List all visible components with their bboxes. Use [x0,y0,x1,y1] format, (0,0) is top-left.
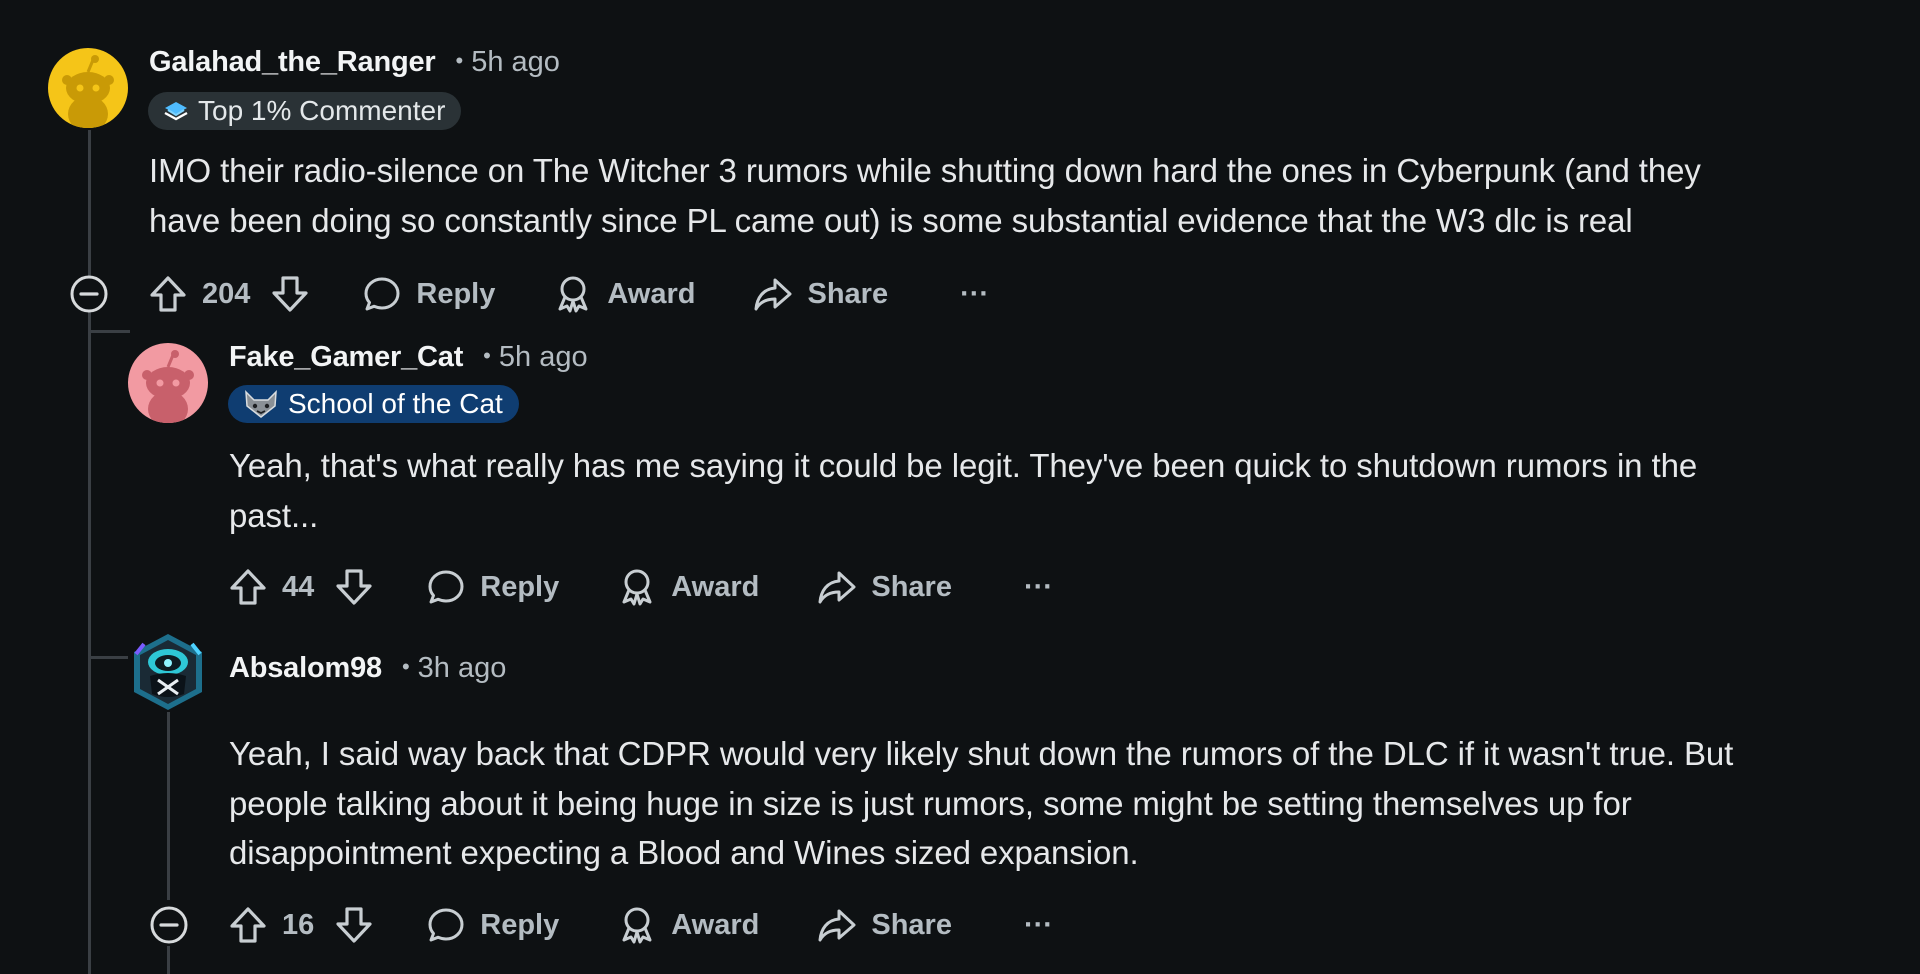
more-options-button[interactable]: ··· [1024,571,1053,604]
timestamp[interactable]: • 5h ago [483,341,587,374]
collapse-icon[interactable] [70,275,108,313]
thread-connector [88,330,130,333]
vote-group: 204 [148,274,310,314]
award-button[interactable]: Award [617,905,759,945]
downvote-icon[interactable] [270,274,310,314]
award-icon [622,907,652,944]
vote-group: 16 [228,905,374,945]
comment-body: IMO their radio-silence on The Witcher 3… [149,146,1909,245]
upvote-icon[interactable] [148,274,188,314]
snoo-avatar-icon [134,634,202,710]
reply-button[interactable]: Reply [426,567,559,607]
vote-count: 44 [282,570,315,603]
reply-icon [364,277,400,311]
comment-meta: Galahad_the_Ranger • 5h ago [149,46,560,79]
share-button[interactable]: Share [753,274,888,314]
snoo-avatar-icon [62,55,114,128]
share-button[interactable]: Share [817,905,952,945]
comment-meta: Absalom98 • 3h ago [229,652,506,685]
comment-actions: 16 Reply Award Share ··· [228,901,1053,949]
thread-line [167,946,170,974]
reply-icon [428,908,464,942]
reply-icon [428,570,464,604]
more-options-button[interactable]: ··· [960,278,989,311]
reply-button[interactable]: Reply [426,905,559,945]
award-button[interactable]: Award [617,567,759,607]
upvote-icon[interactable] [228,567,268,607]
comment-text-line: IMO their radio-silence on The Witcher 3… [149,152,1701,189]
comment-text-line: people talking about it being huge in si… [229,784,1632,822]
comment-meta: Fake_Gamer_Cat • 5h ago [229,341,588,374]
share-icon [818,571,856,604]
comment-text-line: disappointment expecting a Blood and Win… [229,834,1139,871]
vote-count: 16 [282,908,315,941]
comment-body: Yeah, that's what really has me saying i… [229,441,1909,540]
avatar[interactable] [48,48,128,128]
reply-button[interactable]: Reply [362,274,495,314]
more-icon: ··· [1023,570,1053,603]
comment-actions: 204 Reply Award Share ··· [148,270,989,318]
user-flair: School of the Cat [228,385,519,423]
username[interactable]: Fake_Gamer_Cat [229,341,463,374]
downvote-icon[interactable] [334,567,374,607]
vote-group: 44 [228,567,374,607]
comment-text-line: have been doing so constantly since PL c… [149,201,1633,239]
user-flair: Top 1% Commenter [148,92,462,130]
thread-line [88,130,91,276]
commenter-badge-icon [162,99,190,123]
share-icon [754,278,792,311]
timestamp[interactable]: • 3h ago [402,652,506,685]
comment-body: Yeah, I said way back that CDPR would ve… [229,729,1909,878]
username[interactable]: Absalom98 [229,652,382,685]
comment-text-line: Yeah, I said way back that CDPR would ve… [229,735,1734,772]
flair-text: School of the Cat [288,388,503,419]
thread-line [167,706,170,900]
flair-text: Top 1% Commenter [198,95,446,126]
award-button[interactable]: Award [553,274,695,314]
share-icon [818,909,856,942]
award-icon [558,276,588,313]
award-icon [622,569,652,606]
downvote-icon[interactable] [334,905,374,945]
username[interactable]: Galahad_the_Ranger [149,46,436,79]
more-options-button[interactable]: ··· [1024,909,1053,942]
upvote-icon[interactable] [228,905,268,945]
comment-thread: Galahad_the_Ranger • 5h ago Top 1% Commen… [0,0,1920,974]
comment-text-line: Yeah, that's what really has me saying i… [229,447,1698,484]
more-icon: ··· [1023,908,1053,941]
vote-count: 204 [202,277,251,310]
cat-school-icon [242,390,280,418]
snoo-avatar-icon [142,350,194,423]
share-button[interactable]: Share [817,567,952,607]
timestamp[interactable]: • 5h ago [456,46,560,79]
more-icon: ··· [960,277,990,310]
thread-line [88,310,91,974]
comment-actions: 44 Reply Award Share ··· [228,563,1053,611]
avatar[interactable] [128,343,208,423]
thread-connector [88,656,130,659]
comment-text-line: past... [229,496,319,534]
avatar[interactable] [128,632,208,712]
collapse-icon[interactable] [150,906,188,944]
